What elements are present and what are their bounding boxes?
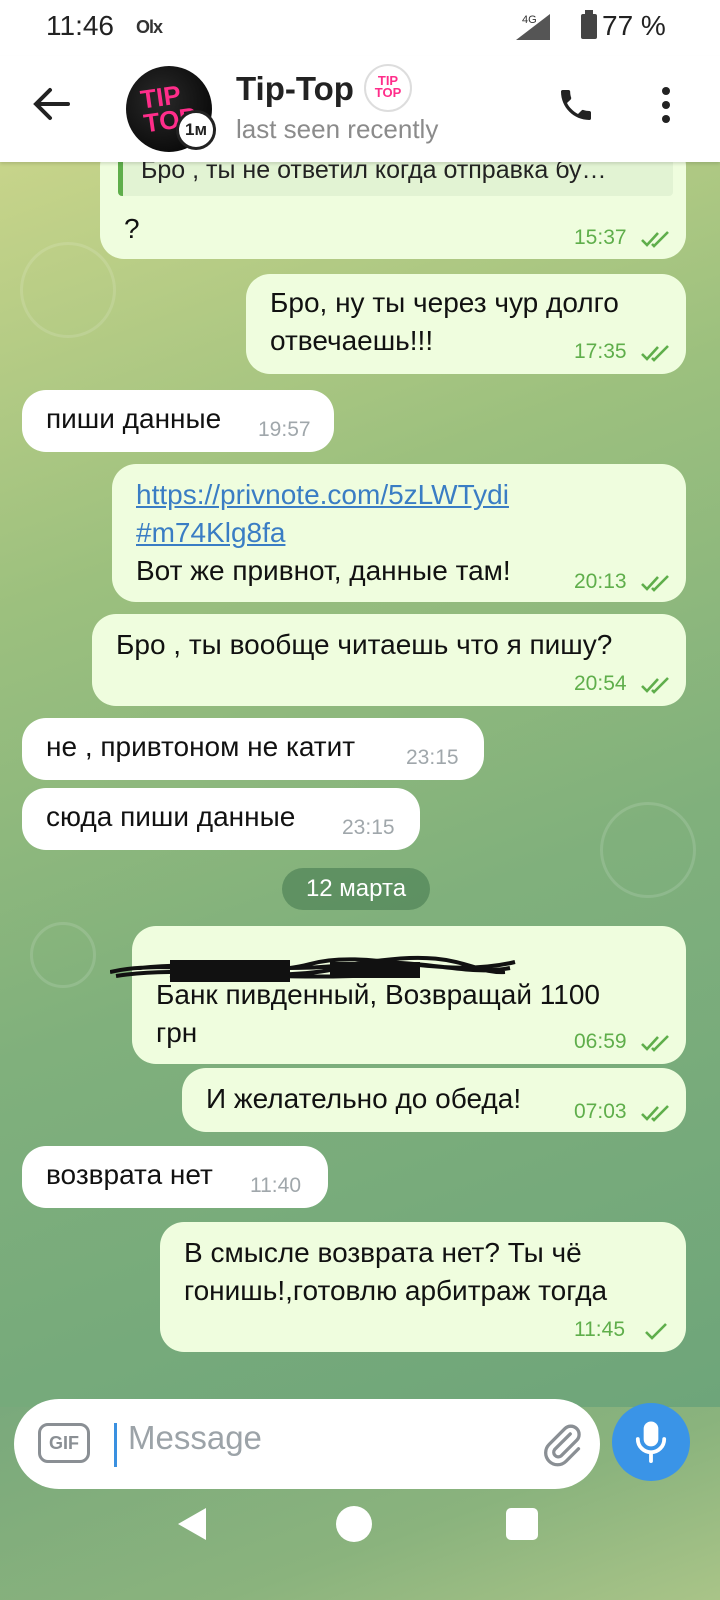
double-check-icon bbox=[641, 345, 669, 362]
story-badge: 1м bbox=[176, 110, 216, 150]
last-seen-status: last seen recently bbox=[236, 114, 439, 144]
double-check-icon bbox=[641, 1035, 669, 1052]
wallpaper-doodle bbox=[600, 802, 696, 898]
status-time: 11:46 bbox=[46, 10, 114, 41]
nav-home-icon[interactable] bbox=[336, 1506, 372, 1542]
wallpaper-doodle bbox=[30, 922, 96, 988]
double-check-icon bbox=[641, 575, 669, 592]
message-time: 19:57 bbox=[258, 418, 311, 441]
chat-header: TIP TOP Tip-Top TIP TOP last seen recently bbox=[0, 56, 720, 162]
message-bubble-incoming[interactable]: возврата нет 11:40 bbox=[22, 1146, 328, 1208]
check-icon bbox=[645, 1323, 667, 1340]
double-check-icon bbox=[641, 677, 669, 694]
message-time: 07:03 bbox=[574, 1100, 627, 1123]
message-bubble-outgoing[interactable]: https://privnote.com/5zLWTydi #m74Klg8fa… bbox=[112, 464, 686, 602]
message-input-box[interactable]: GIF Message bbox=[14, 1399, 600, 1489]
message-text: сюда пиши данные bbox=[46, 801, 296, 832]
message-bubble-outgoing[interactable]: Бро , ты не ответил когда отправка бу… ?… bbox=[100, 162, 686, 259]
message-link[interactable]: #m74Klg8fa bbox=[136, 514, 285, 552]
system-navigation-bar bbox=[0, 1490, 720, 1590]
message-bubble-outgoing[interactable]: И желательно до обеда! 07:03 bbox=[182, 1068, 686, 1132]
voice-record-button[interactable] bbox=[612, 1403, 690, 1481]
message-link[interactable]: https://privnote.com/5zLWTydi bbox=[136, 476, 509, 514]
double-check-icon bbox=[641, 231, 669, 248]
chat-title[interactable]: Tip-Top bbox=[236, 70, 354, 108]
message-text-line: отвечаешь!!! bbox=[270, 325, 434, 356]
message-time: 17:35 bbox=[574, 340, 627, 363]
wallpaper-doodle bbox=[20, 242, 116, 338]
olx-icon: Olx bbox=[136, 17, 163, 37]
tiptop-emoji-icon: TIP TOP bbox=[364, 64, 412, 112]
phone-icon[interactable] bbox=[556, 84, 596, 126]
message-text: пиши данные bbox=[46, 403, 222, 434]
more-options-icon[interactable] bbox=[660, 86, 672, 126]
signal-icon: 4G bbox=[516, 14, 550, 40]
reply-preview[interactable]: Бро , ты не ответил когда отправка бу… bbox=[118, 162, 673, 196]
message-text-line: гонишь!,готовлю арбитраж тогда bbox=[184, 1275, 608, 1306]
paperclip-icon[interactable] bbox=[540, 1421, 584, 1467]
message-time: 15:37 bbox=[574, 226, 627, 249]
message-time: 23:15 bbox=[342, 816, 395, 839]
nav-recents-icon[interactable] bbox=[506, 1508, 538, 1540]
message-time: 23:15 bbox=[406, 746, 459, 769]
message-text: Бро , ты вообще читаешь что я пишу? bbox=[116, 629, 613, 660]
reply-preview-text: Бро , ты не ответил когда отправка бу… bbox=[141, 162, 607, 184]
battery-percent: 77 % bbox=[602, 10, 666, 41]
battery-icon bbox=[581, 10, 597, 39]
message-bubble-outgoing[interactable]: В смысле возврата нет? Ты чё гонишь!,гот… bbox=[160, 1222, 686, 1352]
text-cursor bbox=[114, 1423, 117, 1467]
message-text-line: В смысле возврата нет? Ты чё bbox=[184, 1237, 582, 1268]
status-bar: 11:46 Olx 4G 77 % bbox=[0, 0, 720, 56]
microphone-icon bbox=[635, 1421, 667, 1463]
message-bubble-incoming[interactable]: сюда пиши данные 23:15 bbox=[22, 788, 420, 850]
date-separator: 12 марта bbox=[282, 868, 430, 910]
message-input[interactable]: Message bbox=[128, 1419, 262, 1457]
nav-back-icon[interactable] bbox=[176, 1506, 208, 1542]
message-time: 20:13 bbox=[574, 570, 627, 593]
message-text: Вот же привнот, данные там! bbox=[136, 555, 511, 586]
message-text: ? bbox=[124, 213, 140, 244]
message-bubble-outgoing[interactable]: Банк пивденный, Возвращай 1100 грн 06:59 bbox=[132, 926, 686, 1064]
message-bubble-outgoing[interactable]: Бро, ну ты через чур долго отвечаешь!!! … bbox=[246, 274, 686, 374]
message-bubble-outgoing[interactable]: Бро , ты вообще читаешь что я пишу? 20:5… bbox=[92, 614, 686, 706]
message-bubble-incoming[interactable]: не , привтоном не катит 23:15 bbox=[22, 718, 484, 780]
message-time: 11:40 bbox=[250, 1174, 301, 1197]
message-bubble-incoming[interactable]: пиши данные 19:57 bbox=[22, 390, 334, 452]
back-arrow-icon[interactable] bbox=[32, 84, 72, 124]
message-time: 11:45 bbox=[574, 1318, 625, 1341]
message-text-line: грн bbox=[156, 1017, 198, 1048]
message-text-line: Бро, ну ты через чур долго bbox=[270, 287, 619, 318]
message-time: 06:59 bbox=[574, 1030, 627, 1053]
double-check-icon bbox=[641, 1105, 669, 1122]
message-text: возврата нет bbox=[46, 1159, 213, 1190]
redaction-scribble bbox=[110, 955, 516, 982]
message-time: 20:54 bbox=[574, 672, 627, 695]
chat-area[interactable]: Бро , ты не ответил когда отправка бу… ?… bbox=[0, 162, 720, 1407]
message-text: не , привтоном не катит bbox=[46, 731, 356, 762]
svg-text:4G: 4G bbox=[522, 14, 537, 26]
message-text: И желательно до обеда! bbox=[206, 1083, 522, 1114]
gif-button[interactable]: GIF bbox=[38, 1423, 90, 1463]
